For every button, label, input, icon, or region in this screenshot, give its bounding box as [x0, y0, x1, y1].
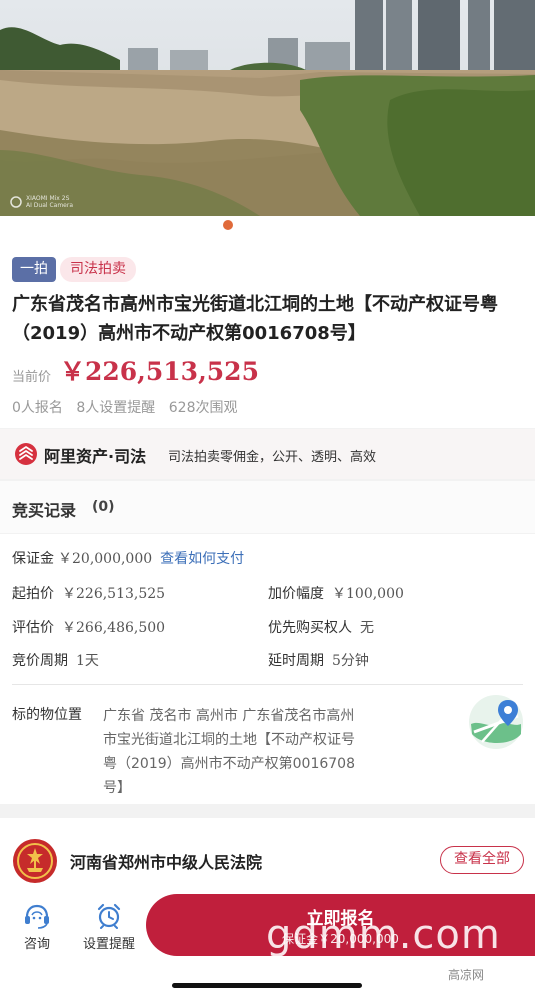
set-reminder-button[interactable]: 设置提醒 — [80, 903, 138, 952]
start-price-row: 起拍价 ￥226,513,525 — [12, 583, 165, 603]
camera-caption-line2: AI Dual Camera — [26, 202, 73, 209]
source-watermark: 高凉网 — [448, 968, 485, 982]
home-indicator[interactable] — [172, 983, 362, 988]
start-price-value: ￥226,513,525 — [62, 586, 166, 602]
location-label: 标的物位置 — [12, 707, 82, 723]
carousel-indicator — [0, 216, 535, 238]
register-now-button[interactable]: 立即报名 保证金￥20,000,000 — [146, 894, 535, 956]
priority-row: 优先购买权人无 — [268, 617, 374, 637]
period-value: 1天 — [76, 653, 99, 669]
priority-value: 无 — [360, 620, 374, 636]
details-divider — [12, 684, 523, 685]
period-label: 竞价周期 — [12, 653, 68, 669]
camera-caption-line1: XIAOMI Mix 2S — [26, 195, 70, 202]
map-pin-icon[interactable] — [468, 694, 524, 750]
ali-brand-name: 阿里资产·司法 — [44, 447, 147, 466]
hero-image[interactable]: XIAOMI Mix 2S AI Dual Camera — [0, 0, 535, 216]
court-name: 河南省郑州市中级人民法院 — [70, 853, 263, 872]
how-to-pay-link[interactable]: 查看如何支付 — [160, 551, 244, 567]
deposit-value: ￥20,000,000 — [58, 551, 153, 567]
appraisal-value: ￥266,486,500 — [62, 620, 166, 636]
increment-row: 加价幅度 ￥100,000 — [268, 583, 404, 603]
delay-label: 延时周期 — [268, 653, 324, 669]
land-photo: XIAOMI Mix 2S AI Dual Camera — [0, 0, 535, 216]
start-price-label: 起拍价 — [12, 586, 54, 602]
ali-assets-banner[interactable]: 阿里资产·司法 司法拍卖零佣金，公开、透明、高效 — [0, 429, 535, 479]
signup-count: 0人报名 — [12, 400, 63, 416]
increment-value: ￥100,000 — [332, 586, 404, 602]
appraisal-label: 评估价 — [12, 620, 54, 636]
register-now-label: 立即报名 — [306, 909, 375, 929]
listing-stats: 0人报名 8人设置提醒 628次围观 — [12, 397, 246, 417]
appraisal-row: 评估价 ￥266,486,500 — [12, 617, 165, 637]
set-reminder-label: 设置提醒 — [82, 937, 135, 952]
view-count: 628次围观 — [168, 400, 238, 416]
court-emblem-icon — [13, 839, 57, 883]
ali-slogan: 司法拍卖零佣金，公开、透明、高效 — [168, 450, 377, 465]
bid-record-header[interactable]: 竞买记录 (0) — [0, 481, 535, 533]
bid-record-label: 竞买记录 — [12, 501, 77, 520]
round-tag: 一拍 — [12, 257, 56, 282]
location-value: 广东省 茂名市 高州市 广东省茂名市高州市宝光街道北江垌的土地【不动产权证号粤（… — [103, 708, 355, 796]
listing-summary: 一拍 司法拍卖 广东省茂名市高州市宝光街道北江垌的土地【不动产权证号粤（2019… — [0, 238, 535, 428]
period-row: 竞价周期 1天 — [12, 650, 99, 670]
register-deposit-note: 保证金￥20,000,000 — [282, 932, 399, 946]
delay-row: 延时周期 5分钟 — [268, 650, 369, 670]
auction-details: 保证金 ￥20,000,000 查看如何支付 起拍价 ￥226,513,525 加价幅… — [0, 534, 535, 804]
consult-button[interactable]: 咨询 — [14, 903, 60, 952]
carousel-dot-active[interactable] — [223, 220, 233, 230]
ali-logo-icon — [15, 443, 37, 465]
bid-record-count: (0) — [92, 499, 115, 515]
delay-value: 5分钟 — [332, 653, 369, 669]
headset-chat-icon — [25, 904, 49, 929]
alarm-clock-icon — [97, 903, 121, 929]
deposit-row: 保证金 ￥20,000,000 查看如何支付 — [12, 548, 244, 568]
view-all-button[interactable]: 查看全部 — [440, 846, 524, 874]
bottom-action-bar: 咨询 设置提醒 立即报名 保证金￥20,000,000 — [0, 893, 535, 965]
current-price: ￥226,513,525 — [60, 357, 259, 386]
increment-label: 加价幅度 — [268, 586, 324, 602]
court-section: 河南省郑州市中级人民法院 查看全部 — [0, 818, 535, 898]
deposit-label: 保证金 — [12, 551, 54, 567]
priority-label: 优先购买权人 — [268, 620, 352, 636]
consult-label: 咨询 — [23, 937, 50, 952]
current-price-label: 当前价 — [12, 370, 52, 385]
reminder-count: 8人设置提醒 — [76, 400, 156, 416]
listing-title: 广东省茂名市高州市宝光街道北江垌的土地【不动产权证号粤（2019）高州市不动产权… — [12, 294, 498, 344]
auction-type-tag: 司法拍卖 — [60, 257, 136, 282]
